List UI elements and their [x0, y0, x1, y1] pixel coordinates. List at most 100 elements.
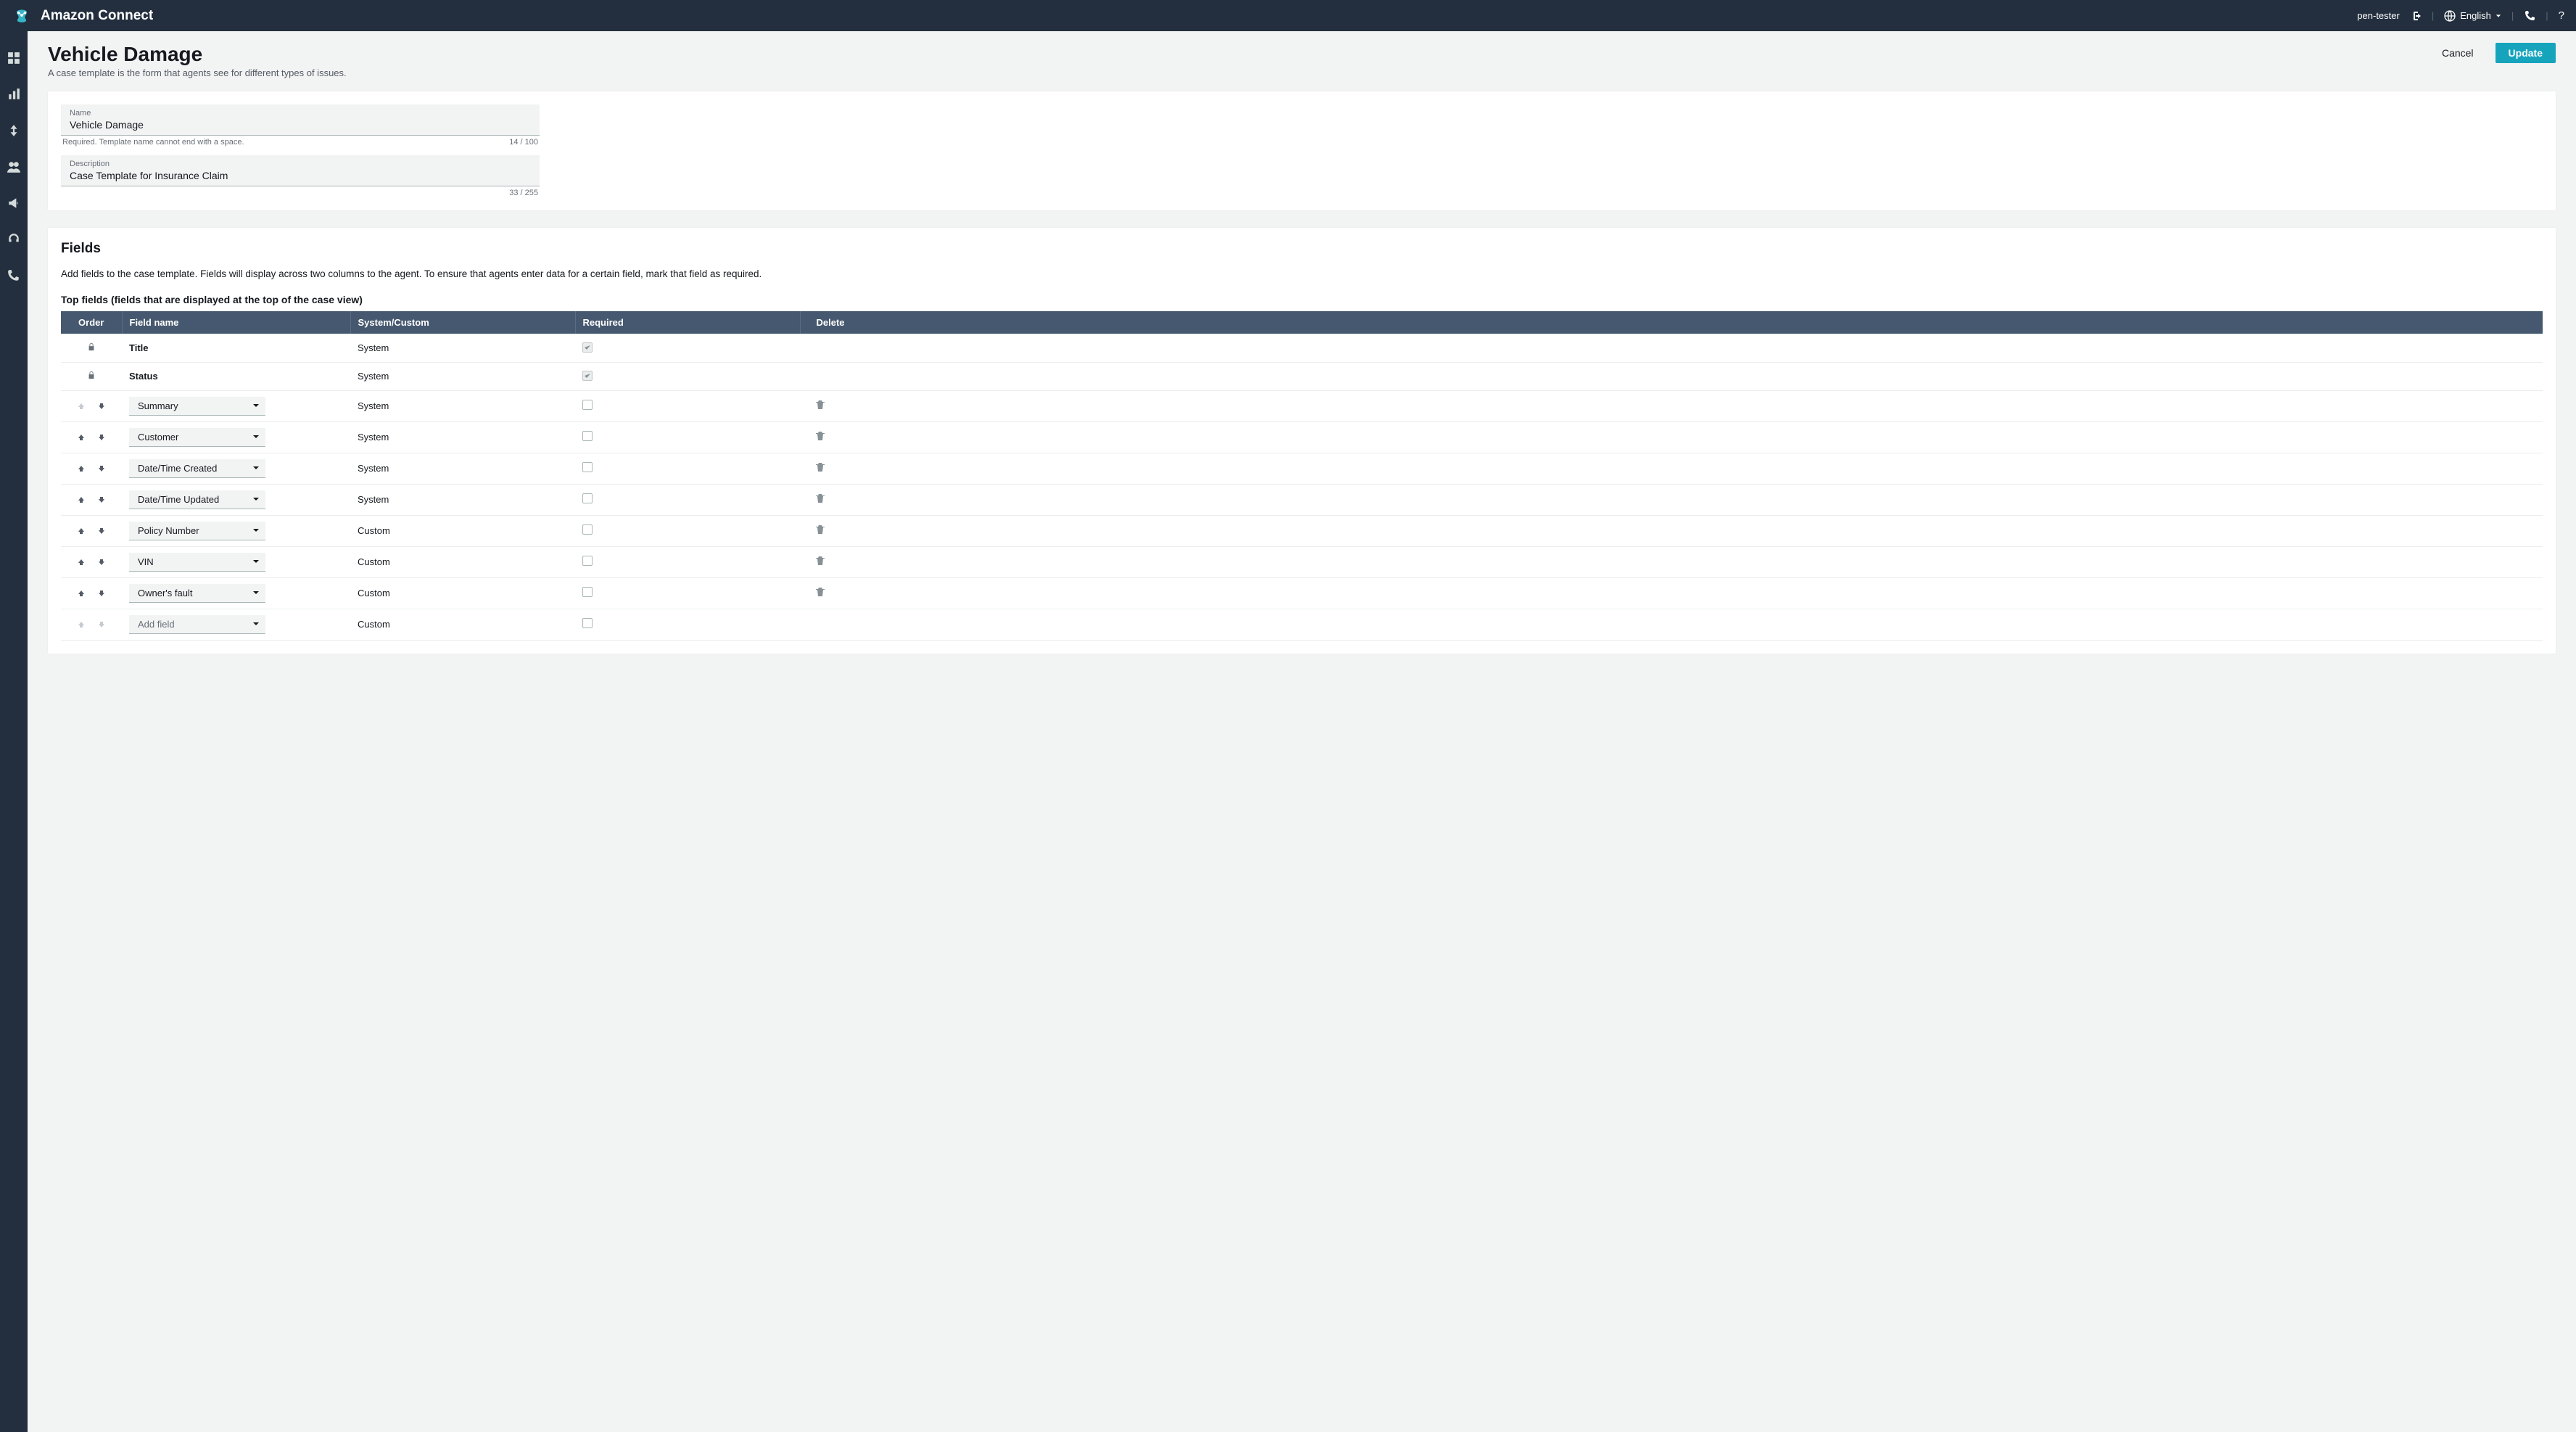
chevron-down-icon — [252, 619, 260, 630]
field-name-dropdown[interactable]: Owner's fault — [129, 584, 265, 603]
required-checkbox[interactable] — [582, 556, 593, 566]
chevron-down-icon — [252, 494, 260, 505]
required-checkbox — [582, 371, 593, 381]
move-down-button[interactable] — [95, 493, 108, 506]
lock-icon — [87, 371, 96, 379]
language-label: English — [2460, 10, 2491, 21]
field-type: Custom — [350, 515, 575, 546]
field-name-label: Date/Time Updated — [138, 494, 219, 505]
trash-icon[interactable] — [816, 556, 825, 566]
routing-icon[interactable] — [7, 124, 20, 137]
chevron-down-icon — [252, 588, 260, 598]
trash-icon[interactable] — [816, 493, 825, 503]
metrics-icon[interactable] — [7, 88, 20, 101]
headset-icon[interactable] — [7, 233, 20, 246]
chevron-down-icon — [252, 525, 260, 536]
divider: | — [2546, 10, 2548, 21]
trash-icon[interactable] — [816, 587, 825, 597]
table-row: Date/Time UpdatedSystem — [61, 484, 2543, 515]
desc-value: Case Template for Insurance Claim — [70, 168, 531, 183]
required-checkbox[interactable] — [582, 431, 593, 441]
required-checkbox[interactable] — [582, 493, 593, 503]
users-icon[interactable] — [7, 160, 20, 173]
name-value: Vehicle Damage — [70, 118, 531, 132]
trash-icon[interactable] — [816, 524, 825, 535]
required-checkbox[interactable] — [582, 400, 593, 410]
language-switcher[interactable]: English — [2444, 10, 2501, 22]
field-name-label: Owner's fault — [138, 588, 192, 598]
name-field[interactable]: Name Vehicle Damage — [61, 104, 540, 136]
phone-icon[interactable] — [2524, 10, 2535, 22]
move-up-button[interactable] — [75, 431, 88, 444]
globe-icon — [2444, 10, 2456, 22]
field-name-label: Policy Number — [138, 525, 199, 536]
table-row: Owner's faultCustom — [61, 577, 2543, 609]
field-name-dropdown[interactable]: Policy Number — [129, 522, 265, 540]
divider: | — [2432, 10, 2434, 21]
trash-icon[interactable] — [816, 431, 825, 441]
desc-label: Description — [70, 160, 531, 168]
move-up-button[interactable] — [75, 524, 88, 538]
name-label: Name — [70, 109, 531, 118]
required-checkbox[interactable] — [582, 524, 593, 535]
update-button[interactable]: Update — [2496, 43, 2556, 63]
move-up-button — [75, 618, 88, 631]
move-down-button[interactable] — [95, 431, 108, 444]
chevron-down-icon — [252, 556, 260, 567]
divider: | — [2511, 10, 2514, 21]
dashboard-icon[interactable] — [7, 52, 20, 65]
move-down-button[interactable] — [95, 556, 108, 569]
help-icon[interactable]: ? — [2559, 9, 2564, 22]
move-up-button[interactable] — [75, 556, 88, 569]
move-up-button[interactable] — [75, 493, 88, 506]
field-name-label: Title — [129, 342, 149, 353]
field-name-dropdown[interactable]: Summary — [129, 397, 265, 416]
table-row: Date/Time Created System — [61, 453, 2543, 484]
phone-nav-icon[interactable] — [7, 269, 20, 282]
user-label[interactable]: pen-tester — [2357, 10, 2400, 21]
col-syscustom: System/Custom — [350, 311, 575, 334]
announce-icon[interactable] — [7, 197, 20, 210]
field-name-label: Add field — [138, 619, 175, 630]
field-type: System — [350, 453, 575, 484]
field-type: System — [350, 421, 575, 453]
required-checkbox — [582, 342, 593, 353]
logo-area[interactable]: Amazon Connect — [12, 6, 153, 26]
fields-description: Add fields to the case template. Fields … — [61, 268, 2543, 279]
product-title: Amazon Connect — [41, 8, 153, 24]
col-order: Order — [61, 311, 122, 334]
table-row: Add fieldCustom — [61, 609, 2543, 640]
move-down-button[interactable] — [95, 524, 108, 538]
field-name-dropdown[interactable]: VIN — [129, 553, 265, 572]
trash-icon[interactable] — [816, 400, 825, 410]
move-up-button[interactable] — [75, 587, 88, 600]
trash-icon[interactable] — [816, 462, 825, 472]
col-name: Field name — [122, 311, 350, 334]
move-down-button[interactable] — [95, 587, 108, 600]
field-name-dropdown[interactable]: Date/Time Updated — [129, 490, 265, 509]
required-checkbox[interactable] — [582, 618, 593, 628]
fields-card: Fields Add fields to the case template. … — [48, 228, 2556, 654]
field-name-label: Date/Time Created — [138, 463, 217, 474]
move-up-button[interactable] — [75, 462, 88, 475]
field-name-dropdown[interactable]: Customer — [129, 428, 265, 447]
chevron-down-icon — [252, 432, 260, 443]
logout-icon[interactable] — [2410, 10, 2422, 22]
move-down-button[interactable] — [95, 400, 108, 413]
name-count: 14 / 100 — [509, 138, 538, 147]
field-type: System — [350, 334, 575, 362]
table-row: SummarySystem — [61, 390, 2543, 421]
lock-icon — [87, 342, 96, 351]
table-row: Customer System — [61, 421, 2543, 453]
table-row: Policy Number Custom — [61, 515, 2543, 546]
move-down-button[interactable] — [95, 462, 108, 475]
required-checkbox[interactable] — [582, 462, 593, 472]
top-fields-label: Top fields (fields that are displayed at… — [61, 294, 2543, 305]
col-required: Required — [575, 311, 800, 334]
field-name-dropdown[interactable]: Add field — [129, 615, 265, 634]
field-name-dropdown[interactable]: Date/Time Created — [129, 459, 265, 478]
required-checkbox[interactable] — [582, 587, 593, 597]
cancel-button[interactable]: Cancel — [2429, 43, 2487, 63]
description-field[interactable]: Description Case Template for Insurance … — [61, 155, 540, 186]
topbar: Amazon Connect pen-tester | English | | … — [0, 0, 2576, 31]
